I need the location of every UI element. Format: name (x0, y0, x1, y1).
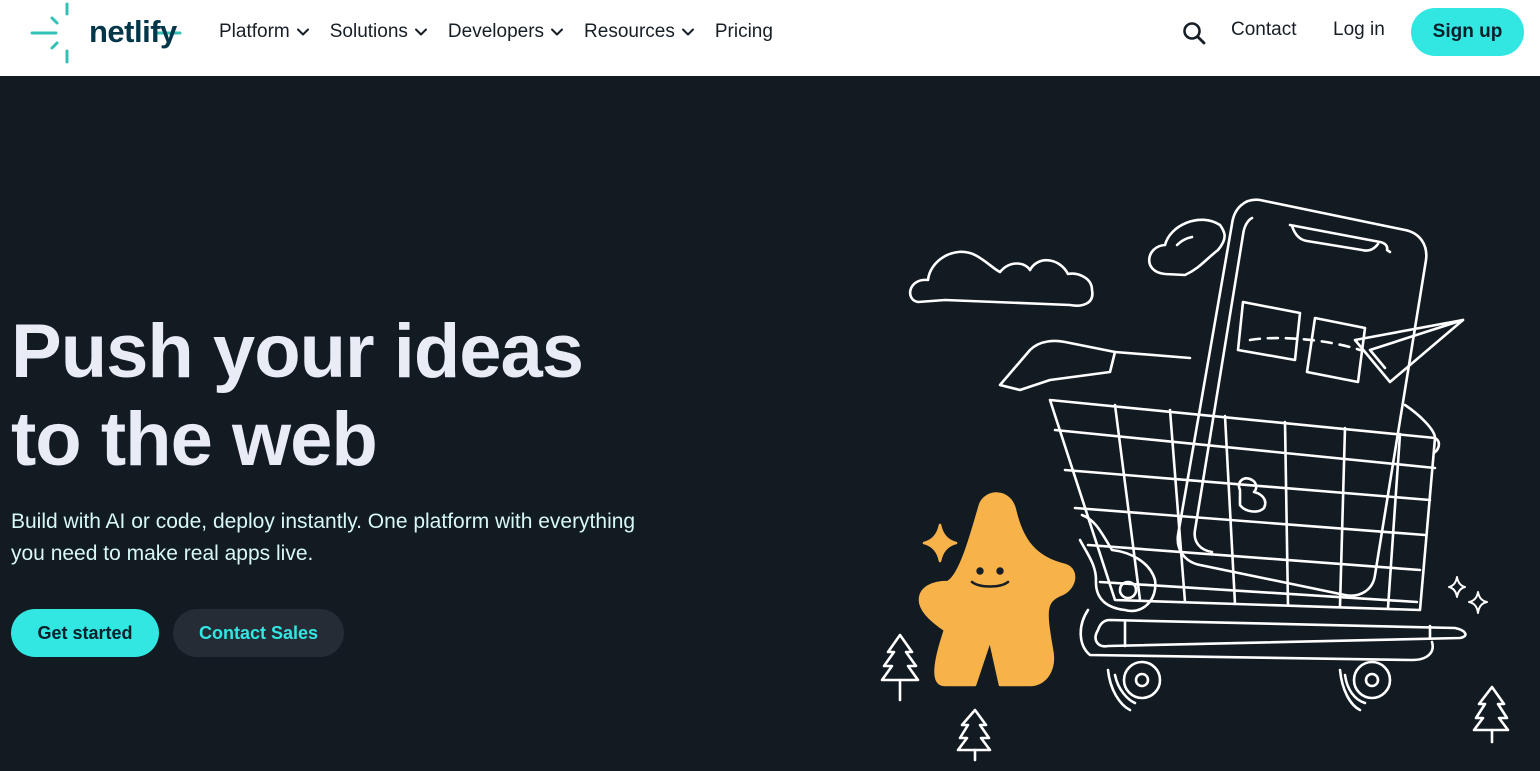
logo-text: netlify (89, 14, 177, 49)
signup-button[interactable]: Sign up (1411, 8, 1524, 56)
contact-sales-button[interactable]: Contact Sales (173, 609, 344, 657)
tree-icon (956, 708, 992, 752)
main-menu: Platform Solutions Developers Resources … (219, 19, 793, 45)
cloud-left-icon (908, 250, 1094, 307)
netlify-logo[interactable]: netlify (30, 2, 185, 66)
wheel-icon (1352, 660, 1392, 700)
search-icon[interactable] (1181, 20, 1207, 46)
get-started-button[interactable]: Get started (11, 609, 159, 657)
hero-subtext: Build with AI or code, deploy instantly.… (11, 506, 711, 570)
menu-item-label: Solutions (329, 21, 408, 42)
shopping-cart-icon (1048, 398, 1437, 612)
menu-item-label: Platform (219, 21, 290, 42)
menu-item-platform[interactable]: Platform (219, 19, 310, 45)
phone-icon (1176, 198, 1428, 597)
rubber-duck-icon (1237, 477, 1267, 513)
top-navigation: netlify Platform Solutions Developers Re… (0, 0, 1540, 76)
mascot-icon (918, 492, 1076, 687)
subtext-line: you need to make real apps live. (11, 542, 314, 565)
menu-item-developers[interactable]: Developers (448, 19, 564, 45)
headline-line: to the web (11, 397, 378, 482)
hero-illustration (880, 198, 1510, 762)
menu-item-label: Resources (584, 21, 675, 42)
tree-icon (1472, 685, 1510, 732)
menu-item-label: Developers (447, 21, 545, 42)
login-link[interactable]: Log in (1333, 19, 1385, 41)
contact-link[interactable]: Contact (1231, 19, 1296, 41)
tree-icon (880, 633, 920, 682)
sparkle-icon (1448, 576, 1466, 598)
sparkle-icon (922, 523, 958, 563)
cloud-right-icon (1147, 218, 1226, 277)
chevron-down-icon (551, 28, 564, 36)
menu-item-resources[interactable]: Resources (584, 19, 695, 45)
pencil-icon (1094, 618, 1467, 648)
hero-headline: Push your ideas to the web (11, 308, 711, 484)
menu-item-label: Pricing (714, 21, 773, 42)
menu-item-solutions[interactable]: Solutions (330, 19, 428, 45)
chevron-down-icon (296, 28, 309, 36)
sparkle-icon (1468, 591, 1488, 614)
headline-line: Push your ideas (11, 309, 584, 394)
subtext-line: Build with AI or code, deploy instantly.… (11, 510, 636, 533)
wheel-icon (1122, 660, 1162, 700)
menu-item-pricing[interactable]: Pricing (715, 19, 773, 45)
chevron-down-icon (681, 28, 694, 36)
chevron-down-icon (414, 28, 427, 36)
